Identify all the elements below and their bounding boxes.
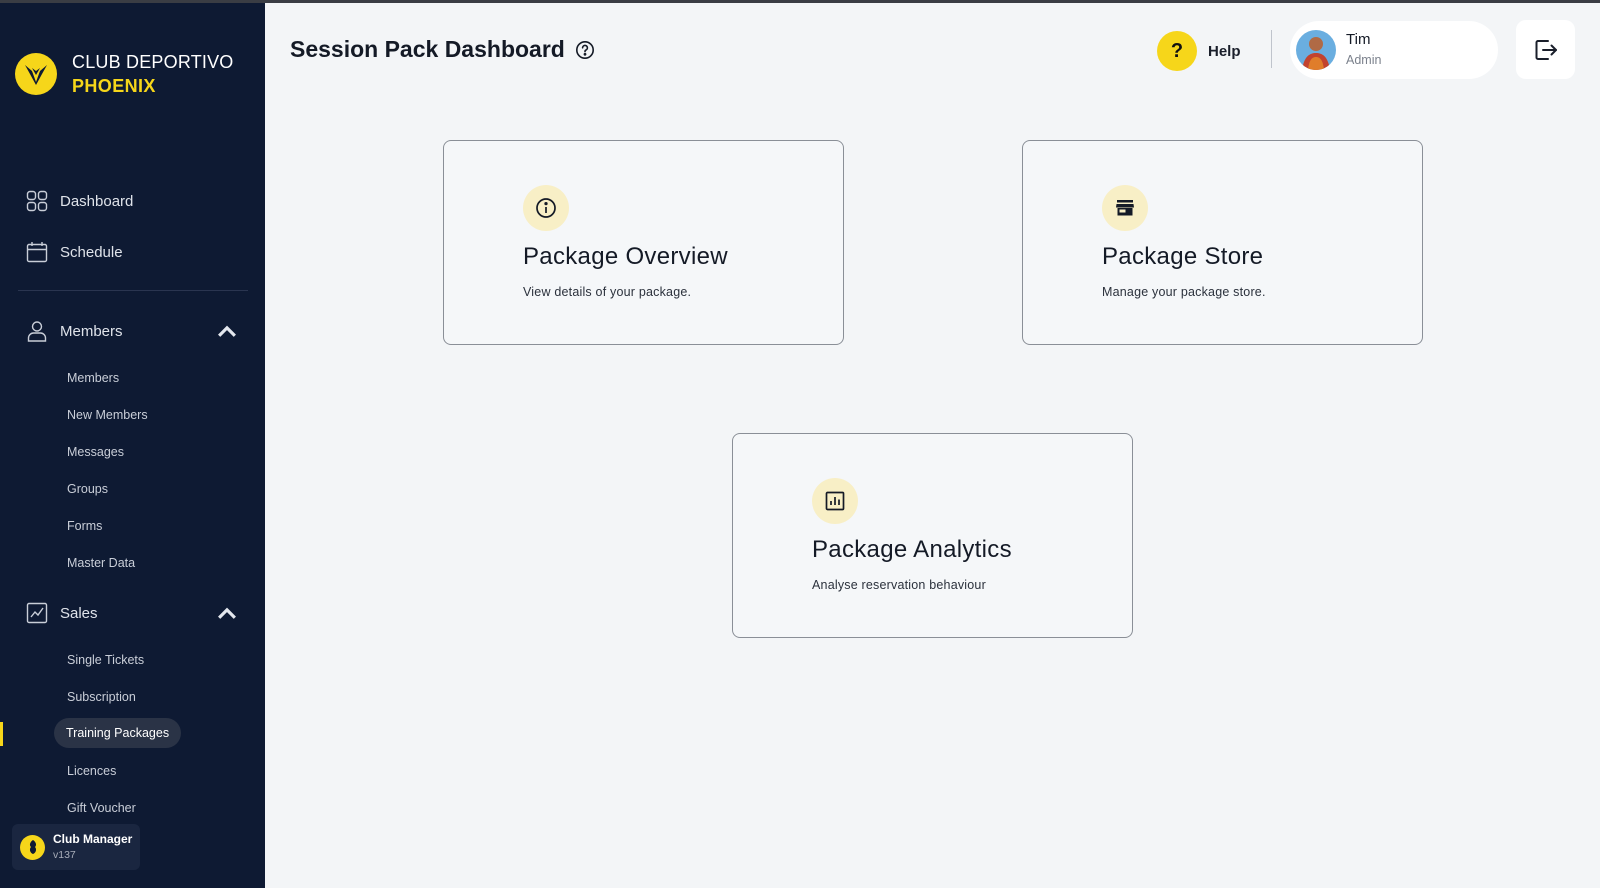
- sidebar-item-gift-voucher[interactable]: Gift Voucher: [67, 801, 136, 815]
- club-manager-logo-icon: [20, 834, 45, 860]
- sidebar-item-forms[interactable]: Forms: [67, 519, 102, 533]
- nav-members-label: Members: [60, 322, 123, 340]
- sidebar-item-new-members[interactable]: New Members: [67, 408, 148, 422]
- help-button[interactable]: ? Help: [1157, 31, 1241, 71]
- sidebar-item-licences[interactable]: Licences: [67, 764, 116, 778]
- user-icon: [27, 321, 47, 342]
- card-description: Analyse reservation behaviour: [812, 578, 986, 592]
- card-title: Package Analytics: [812, 536, 1012, 563]
- page-title-text: Session Pack Dashboard: [290, 36, 565, 62]
- page-title: Session Pack Dashboard: [290, 36, 595, 63]
- sidebar-item-master-data[interactable]: Master Data: [67, 556, 135, 570]
- nav-schedule[interactable]: Schedule: [26, 241, 123, 263]
- sidebar: CLUB DEPORTIVO PHOENIX Dashboard Schedul…: [0, 0, 265, 888]
- user-profile-button[interactable]: Tim Admin: [1290, 21, 1498, 79]
- sidebar-item-groups[interactable]: Groups: [67, 482, 108, 496]
- nav-dashboard-label: Dashboard: [60, 192, 134, 210]
- user-name: Tim: [1346, 31, 1371, 48]
- nav-schedule-label: Schedule: [60, 243, 123, 261]
- nav-sales-label: Sales: [60, 604, 98, 622]
- help-icon: ?: [1157, 31, 1197, 71]
- avatar: [1296, 30, 1336, 70]
- app-name: Club Manager: [53, 832, 133, 846]
- chevron-up-icon[interactable]: [216, 320, 238, 342]
- window-top-border: [0, 0, 1600, 3]
- sidebar-divider: [18, 290, 248, 291]
- analytics-icon: [825, 491, 845, 511]
- sidebar-item-training-packages[interactable]: Training Packages: [54, 718, 182, 748]
- header-divider: [1271, 30, 1272, 68]
- package-store-card[interactable]: Package Store Manage your package store.: [1022, 140, 1423, 345]
- store-icon: [1116, 200, 1134, 216]
- help-label: Help: [1208, 42, 1241, 60]
- package-analytics-card[interactable]: Package Analytics Analyse reservation be…: [732, 433, 1133, 638]
- card-title: Package Overview: [523, 243, 728, 270]
- sidebar-item-single-tickets[interactable]: Single Tickets: [67, 653, 144, 667]
- phoenix-logo-icon: [15, 53, 57, 95]
- dashboard-grid-icon: [26, 190, 48, 212]
- brand-name-line1: CLUB DEPORTIVO: [72, 52, 234, 72]
- sidebar-item-messages[interactable]: Messages: [67, 445, 124, 459]
- chevron-up-icon[interactable]: [216, 602, 238, 624]
- sidebar-item-members[interactable]: Members: [67, 371, 119, 385]
- app-info-card[interactable]: Club Manager v137: [12, 824, 140, 870]
- sidebar-item-subscription[interactable]: Subscription: [67, 690, 136, 704]
- package-overview-card[interactable]: Package Overview View details of your pa…: [443, 140, 844, 345]
- app-version: v137: [53, 849, 76, 861]
- calendar-icon: [26, 242, 48, 263]
- brand[interactable]: CLUB DEPORTIVO PHOENIX: [15, 50, 234, 98]
- brand-name-line2: PHOENIX: [72, 76, 156, 96]
- chart-line-icon: [26, 602, 48, 624]
- nav-members-group[interactable]: Members: [26, 320, 250, 342]
- nav-dashboard[interactable]: Dashboard: [26, 190, 133, 212]
- active-item-marker: [0, 722, 3, 746]
- logout-button[interactable]: [1516, 20, 1575, 79]
- logout-icon: [1535, 39, 1557, 60]
- nav-sales-group[interactable]: Sales: [26, 602, 250, 624]
- info-icon: [536, 198, 556, 218]
- card-icon-badge: [523, 185, 569, 231]
- question-circle-icon[interactable]: [575, 40, 595, 60]
- card-icon-badge: [1102, 185, 1148, 231]
- user-role: Admin: [1346, 53, 1382, 67]
- card-icon-badge: [812, 478, 858, 524]
- card-description: View details of your package.: [523, 285, 692, 299]
- card-title: Package Store: [1102, 243, 1264, 270]
- card-description: Manage your package store.: [1102, 285, 1266, 299]
